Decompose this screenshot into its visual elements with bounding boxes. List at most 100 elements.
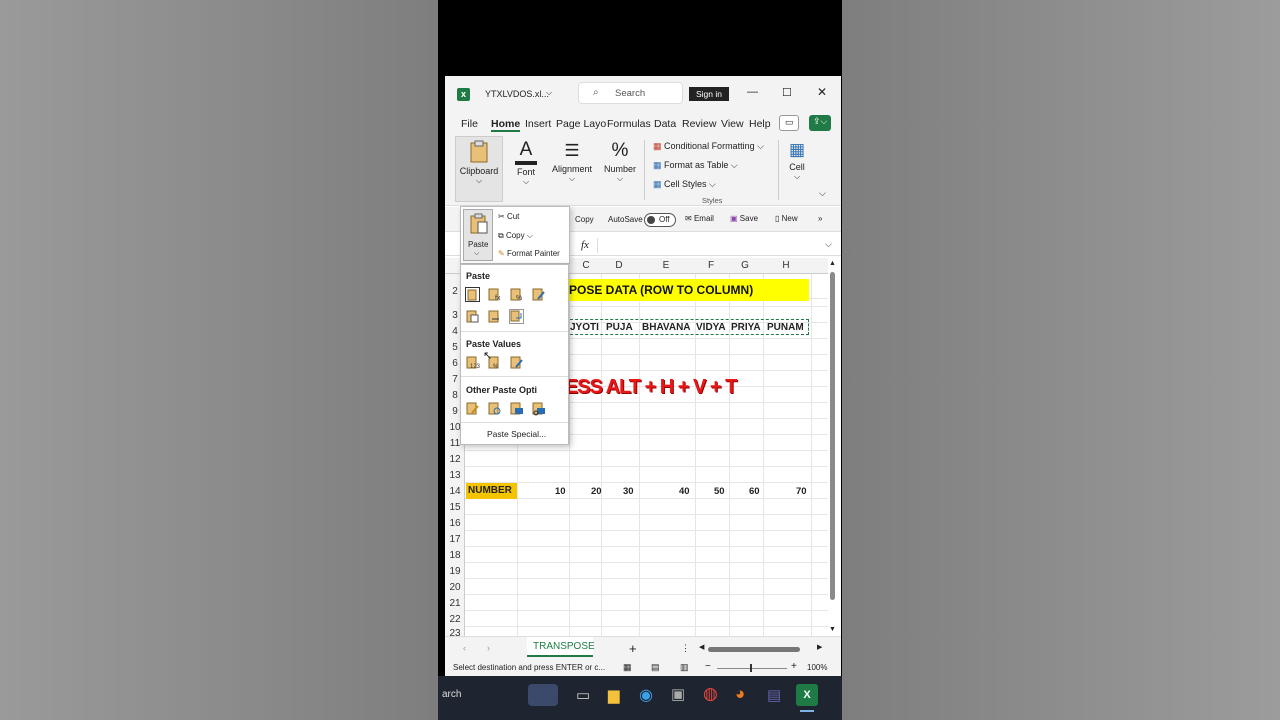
number-cell[interactable]: 40 xyxy=(679,486,690,497)
paste-option-icon[interactable] xyxy=(465,287,480,302)
maximize-icon[interactable]: ☐ xyxy=(782,86,792,99)
paste-formulas-icon[interactable]: fx xyxy=(487,287,502,302)
new-button[interactable]: ▯ New xyxy=(775,214,798,223)
paste-transpose-icon[interactable] xyxy=(509,309,524,324)
sign-in-button[interactable]: Sign in xyxy=(689,87,729,101)
teams-icon[interactable]: ▤ xyxy=(767,686,781,704)
scroll-thumb[interactable] xyxy=(830,272,835,600)
vertical-scrollbar[interactable]: ▲ ▼ xyxy=(829,260,836,634)
alignment-group[interactable]: ☰ Alignment ⌵ xyxy=(549,136,595,202)
fx-icon[interactable]: fx xyxy=(581,239,589,251)
number-cell[interactable]: 50 xyxy=(714,486,725,497)
firefox-icon[interactable]: ◕ xyxy=(735,684,745,704)
scroll-left-icon[interactable]: ◀ xyxy=(699,643,704,651)
row-header-15[interactable]: 15 xyxy=(445,502,465,513)
next-sheet-icon[interactable]: › xyxy=(487,643,490,653)
add-sheet-icon[interactable]: + xyxy=(629,641,637,656)
menu-insert[interactable]: Insert xyxy=(525,118,551,130)
column-header-d[interactable]: D xyxy=(603,258,635,274)
row-header-16[interactable]: 16 xyxy=(445,518,465,529)
close-icon[interactable]: ✕ xyxy=(817,85,827,99)
search-box[interactable]: ⌕ Search xyxy=(578,82,683,104)
file-name[interactable]: YTXLVDOS.xl... xyxy=(485,89,549,99)
row-header-19[interactable]: 19 xyxy=(445,566,465,577)
more-options-icon[interactable]: ⋮ xyxy=(681,643,690,654)
menu-file[interactable]: File xyxy=(461,118,478,130)
more-icon[interactable]: » xyxy=(818,214,822,223)
row-header-12[interactable]: 12 xyxy=(445,454,465,465)
paste-formulas-number-icon[interactable]: % xyxy=(509,287,524,302)
page-break-view-icon[interactable]: ▥ xyxy=(680,662,689,673)
scroll-up-icon[interactable]: ▲ xyxy=(829,260,836,267)
number-group[interactable]: % Number ⌵ xyxy=(602,136,638,202)
chevron-down-icon[interactable]: ⌵ xyxy=(825,239,832,250)
paste-link-icon[interactable] xyxy=(487,401,502,416)
row-header-14[interactable]: 14 xyxy=(445,486,465,497)
sheet-tab-transpose[interactable]: TRANSPOSE xyxy=(527,637,595,657)
number-cell[interactable]: 70 xyxy=(796,486,807,497)
number-cell[interactable]: 60 xyxy=(749,486,760,497)
menu-review[interactable]: Review xyxy=(682,118,716,130)
menu-formulas[interactable]: Formulas xyxy=(607,118,651,130)
format-painter-button[interactable]: ✎ Format Painter xyxy=(498,249,560,258)
zoom-slider[interactable] xyxy=(717,668,787,669)
conditional-formatting-button[interactable]: ▦ Conditional Formatting ⌵ xyxy=(653,141,764,152)
chrome-icon[interactable]: ◍ xyxy=(703,684,718,704)
column-header-f[interactable]: F xyxy=(697,258,725,274)
number-cell[interactable]: 30 xyxy=(623,486,634,497)
qa-copy-button[interactable]: Copy xyxy=(575,215,594,224)
normal-view-icon[interactable]: ▦ xyxy=(623,662,632,673)
paste-linked-picture-icon[interactable] xyxy=(531,401,546,416)
copy-button[interactable]: ⧉ Copy ⌵ xyxy=(498,231,533,241)
cut-button[interactable]: ✂ Cut xyxy=(498,212,519,221)
menu-page-layout[interactable]: Page Layo xyxy=(556,118,606,130)
name-cell[interactable]: PUJA xyxy=(606,322,633,333)
paste-picture-icon[interactable] xyxy=(509,401,524,416)
paste-button[interactable]: Paste ⌵ xyxy=(463,209,493,261)
zoom-in-icon[interactable]: + xyxy=(791,661,797,672)
store-icon[interactable]: ▣ xyxy=(671,685,685,703)
chevron-down-icon[interactable]: ⌵ xyxy=(546,88,552,98)
excel-taskbar-icon[interactable]: X xyxy=(796,684,818,706)
page-layout-view-icon[interactable]: ▤ xyxy=(651,662,660,673)
zoom-level[interactable]: 100% xyxy=(807,663,827,672)
row-header-13[interactable]: 13 xyxy=(445,470,465,481)
save-button[interactable]: ▣ Save xyxy=(730,214,758,223)
paste-keep-formatting-icon[interactable] xyxy=(531,287,546,302)
paste-special-item[interactable]: Paste Special... xyxy=(487,429,546,439)
font-group[interactable]: A Font ⌵ xyxy=(511,136,541,202)
number-label-cell[interactable]: NUMBER xyxy=(466,483,517,499)
minimize-icon[interactable]: — xyxy=(747,86,758,98)
name-cell[interactable]: VIDYA xyxy=(696,322,726,333)
cell-styles-button[interactable]: ▦ Cell Styles ⌵ xyxy=(653,179,716,190)
format-as-table-button[interactable]: ▦ Format as Table ⌵ xyxy=(653,160,738,171)
menu-help[interactable]: Help xyxy=(749,118,771,130)
zoom-out-icon[interactable]: − xyxy=(705,661,711,672)
name-cell[interactable]: BHAVANA xyxy=(642,322,691,333)
file-explorer-icon[interactable]: ▆ xyxy=(608,686,620,704)
paste-keep-widths-icon[interactable] xyxy=(487,309,502,324)
column-header-e[interactable]: E xyxy=(641,258,691,274)
column-header-g[interactable]: G xyxy=(731,258,759,274)
search-input[interactable]: Search xyxy=(615,88,645,99)
horizontal-scroll-thumb[interactable] xyxy=(708,647,800,652)
name-cell[interactable]: PUNAM xyxy=(767,322,804,333)
paste-values-source-icon[interactable] xyxy=(509,355,524,370)
row-header-20[interactable]: 20 xyxy=(445,582,465,593)
clipboard-group[interactable]: Clipboard ⌵ xyxy=(455,136,503,202)
number-cell[interactable]: 10 xyxy=(555,486,566,497)
row-header-21[interactable]: 21 xyxy=(445,598,465,609)
row-header-18[interactable]: 18 xyxy=(445,550,465,561)
name-cell[interactable]: JYOTI xyxy=(570,322,599,333)
scroll-down-icon[interactable]: ▼ xyxy=(829,626,836,633)
row-header-17[interactable]: 17 xyxy=(445,534,465,545)
title-cell[interactable]: SPOSE DATA (ROW TO COLUMN) xyxy=(555,279,809,301)
row-header-22[interactable]: 22 xyxy=(445,614,465,625)
menu-home[interactable]: Home xyxy=(491,118,521,132)
paste-values-icon[interactable]: 123 xyxy=(465,355,481,370)
number-cell[interactable]: 20 xyxy=(591,486,602,497)
zoom-slider-thumb[interactable] xyxy=(750,664,752,672)
ribbon-expand-icon[interactable]: ⌵ xyxy=(819,188,826,199)
cells-group[interactable]: ▦ Cell ⌵ xyxy=(785,136,809,202)
paste-formatting-icon[interactable] xyxy=(465,401,480,416)
